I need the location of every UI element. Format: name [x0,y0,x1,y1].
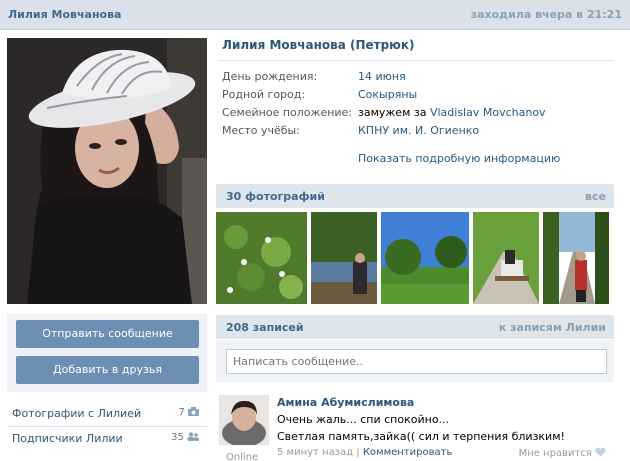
profile-info-divider [218,60,614,61]
info-value-education[interactable]: КПНУ им. И. Огиенко [358,124,479,137]
wall-section-header: 208 записей к записям Лилии [216,315,614,339]
relationship-prefix: замужем за [358,106,427,119]
wall-composer [216,340,614,382]
post-author-avatar[interactable] [219,395,269,445]
show-more-info-link[interactable]: Показать подробную информацию [358,152,560,165]
post-like-button[interactable]: Мне нравится [519,447,606,459]
info-row-relationship: Семейное положение: замужем за Vladislav… [222,106,612,122]
link-followers[interactable]: Подписчики Лилии 35 [7,426,207,450]
photos-section-header: 30 фотографий все [216,184,614,208]
post-meta: 5 минут назад | Комментировать [277,447,452,458]
post-comment-link[interactable]: Комментировать [363,447,453,458]
photos-all-link[interactable]: все [585,190,606,203]
photo-bench-image [473,212,539,304]
add-friend-button[interactable]: Добавить в друзья [16,356,199,384]
like-label: Мне нравится [518,448,592,459]
info-value-hometown[interactable]: Сокыряны [358,88,417,101]
photos-strip [216,212,614,304]
camera-icon [188,407,199,416]
info-key-education: Место учёбы: [222,124,300,137]
heart-icon [595,447,606,457]
send-message-button[interactable]: Отправить сообщение [16,320,199,348]
link-photos-count: 7 [178,407,199,418]
info-row-education: Место учёбы: КПНУ им. И. Огиенко [222,124,612,140]
info-key-birthday: День рождения: [222,70,318,83]
author-online-status: Online [226,452,259,461]
link-photos-label[interactable]: Фотографии с Лилией [12,407,141,420]
photo-thumb-5[interactable] [543,212,609,304]
photo-thumb-2[interactable] [311,212,377,304]
info-row-birthday: День рождения: 14 июня [222,70,612,86]
post-meta-separator: | [356,447,360,458]
users-icon [187,432,199,441]
profile-actions-panel: Отправить сообщение Добавить в друзья [7,314,207,392]
photos-section-title[interactable]: 30 фотографий [226,190,325,203]
info-value-birthday[interactable]: 14 июня [358,70,406,83]
info-value-relationship: замужем за Vladislav Movchanov [358,106,546,119]
profile-left-column [7,38,207,304]
wall-message-input[interactable] [226,349,607,374]
profile-full-name: Лилия Мовчанова (Петрюк) [222,38,415,52]
header-user-name[interactable]: Лилия Мовчанова [8,8,121,21]
photo-alley-image [543,212,609,304]
link-followers-count: 35 [171,432,199,443]
wall-post: Online Амина Абумислимова Очень жаль... … [216,390,614,461]
info-key-relationship: Семейное положение: [222,106,353,119]
profile-avatar[interactable] [7,38,207,304]
avatar-photo-illustration [7,38,207,304]
photo-park-lake-image [311,212,377,304]
photo-thumb-3[interactable] [381,212,469,304]
link-photos-with-user[interactable]: Фотографии с Лилией 7 [7,402,207,426]
info-key-hometown: Родной город: [222,88,306,101]
profile-links-list: Фотографии с Лилией 7 Подписчики Лилии 3… [7,402,207,450]
post-text-line-2: Светлая память,зайка(( сил и терпения бл… [277,430,565,443]
profile-header-bar: Лилия Мовчанова заходила вчера в 21:21 [0,0,630,30]
photo-thumb-1[interactable] [216,212,307,304]
followers-count-value: 35 [171,432,184,443]
post-text-line-1: Очень жаль... спи спокойно... [277,413,450,426]
photo-sky-trees-image [381,212,469,304]
post-author-name[interactable]: Амина Абумислимова [277,396,414,409]
post-time[interactable]: 5 минут назад [277,447,353,458]
photos-count-value: 7 [178,407,185,418]
wall-posts-count[interactable]: 208 записей [226,321,304,334]
relationship-partner-link[interactable]: Vladislav Movchanov [430,106,546,119]
to-user-posts-link[interactable]: к записям Лилии [499,321,606,334]
last-seen-status: заходила вчера в 21:21 [470,8,622,21]
link-followers-label[interactable]: Подписчики Лилии [12,432,123,445]
photo-thumb-4[interactable] [473,212,539,304]
info-row-hometown: Родной город: Сокыряны [222,88,612,104]
photo-flowers-image [216,212,307,304]
author-avatar-image [219,395,269,445]
